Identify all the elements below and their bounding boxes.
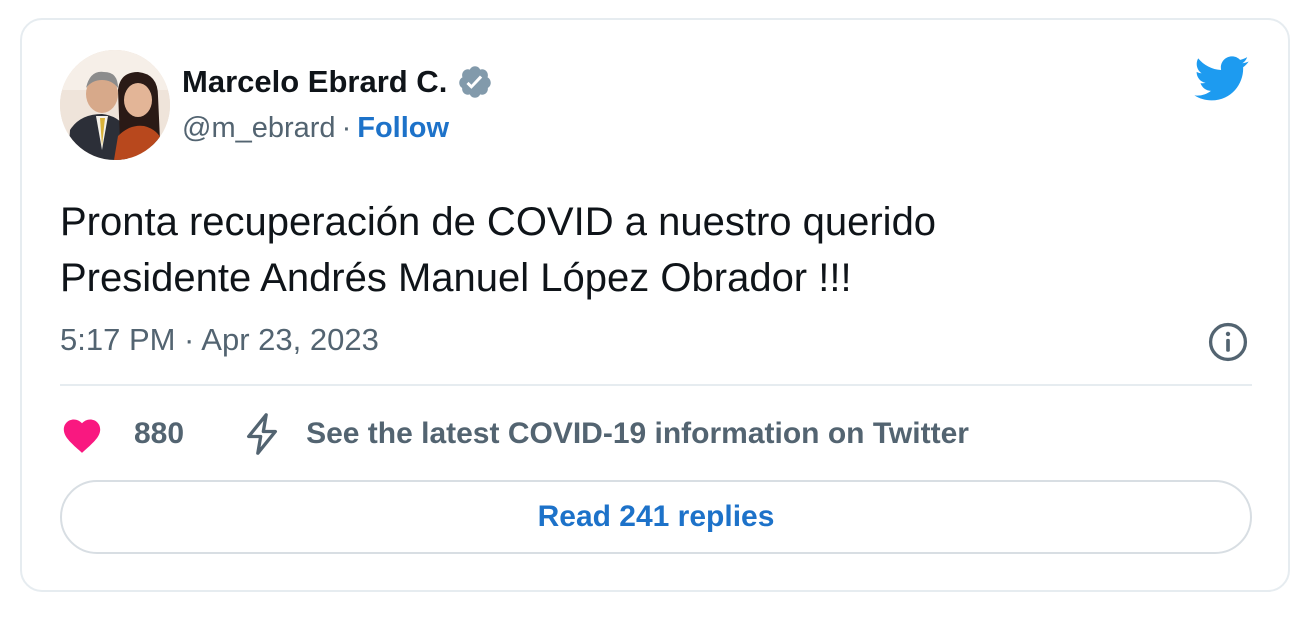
verified-badge-icon [457,64,493,100]
tweet-text-line: Pronta recuperación de COVID a nuestro q… [60,200,937,244]
divider [60,384,1252,386]
tweet-text-line: Presidente Andrés Manuel López Obrador !… [60,256,852,300]
info-icon[interactable] [1206,320,1250,364]
tweet-timestamp[interactable]: 5:17 PM · Apr 23, 2023 [60,322,379,358]
lightning-bolt-icon [242,412,282,456]
twitter-bird-icon[interactable] [1194,56,1250,102]
like-button[interactable]: 880 [60,414,184,454]
tweet-text: Pronta recuperación de COVID a nuestro q… [60,194,1180,306]
author-handle[interactable]: @m_ebrard [182,112,336,144]
read-replies-button[interactable]: Read 241 replies [60,480,1252,554]
covid-info-link[interactable]: See the latest COVID-19 information on T… [242,412,969,456]
tweet-card: Marcelo Ebrard C. @m_ebrard · Follow Pront… [20,18,1290,592]
follow-button[interactable]: Follow [357,112,449,144]
like-count: 880 [134,417,185,450]
author-avatar[interactable] [60,50,170,160]
author-name-row: Marcelo Ebrard C. [182,64,493,100]
avatar-photo-icon [60,50,170,160]
heart-icon [60,414,104,454]
covid-info-label: See the latest COVID-19 information on T… [306,417,969,450]
handle-separator: · [341,112,352,144]
action-bar: 880 See the latest COVID-19 information … [60,412,969,456]
author-handle-row: @m_ebrard · Follow [182,112,449,145]
author-name[interactable]: Marcelo Ebrard C. [182,64,447,100]
